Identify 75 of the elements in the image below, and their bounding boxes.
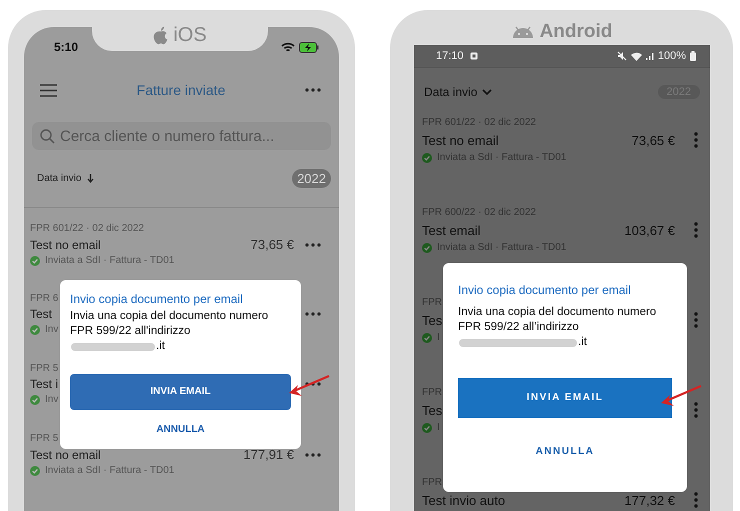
status-time: 5:10 — [54, 40, 78, 54]
send-email-button[interactable]: INVIA EMAIL — [70, 374, 291, 410]
invoice-meta: FPR 5 — [30, 433, 58, 444]
dialog-title: Invio copia documento per email — [70, 292, 244, 306]
check-icon — [30, 256, 40, 266]
more-icon[interactable] — [305, 242, 321, 246]
arrow-drawing — [660, 385, 702, 407]
invoice-amount: 73,65 € — [250, 237, 294, 252]
signal-icon — [646, 52, 654, 60]
customer-name: Test i — [30, 377, 58, 391]
more-icon[interactable] — [694, 402, 698, 418]
customer-name: Test no email — [30, 238, 101, 252]
invoice-amount: 73,65 € — [632, 132, 675, 148]
dialog-message: Invia una copia del documento numero FPR 599/22 all'indirizzo — [70, 309, 270, 339]
customer-name: Test invio auto — [422, 492, 506, 508]
send-email-button[interactable]: INVIA EMAIL — [458, 378, 672, 418]
more-icon[interactable] — [694, 222, 698, 238]
customer-name: Test no email — [30, 448, 101, 462]
customer-name: Test email — [422, 222, 481, 238]
status-time: 17:10 — [436, 50, 464, 62]
email-domain: .it — [578, 334, 587, 350]
invoice-status: Inv — [45, 324, 58, 335]
sort-label[interactable]: Data invio — [37, 172, 82, 184]
invoice-meta: FPR 5 — [30, 363, 58, 374]
search-icon — [40, 129, 55, 144]
invoice-status: Inviata a SdI · Fattura - TD01 — [45, 255, 174, 266]
check-icon — [422, 242, 432, 252]
cancel-button[interactable]: ANNULLA — [536, 446, 594, 457]
check-icon — [30, 324, 40, 334]
email-domain: .it — [156, 338, 165, 354]
more-icon[interactable] — [305, 452, 321, 456]
customer-name: Tes — [422, 402, 442, 418]
robot-icon — [512, 26, 534, 38]
invoice-meta: FPR 601/22 · 02 dic 2022 — [30, 223, 144, 234]
platform-label: Android — [540, 20, 612, 42]
year-badge: 2022 — [292, 168, 331, 188]
invoice-status: Inviata a SdI · Fattura - TD01 — [45, 465, 174, 476]
cancel-button[interactable]: ANNULLA — [156, 424, 205, 435]
invoice-amount: 177,91 € — [243, 447, 294, 462]
check-icon — [422, 332, 432, 342]
customer-name: Test no email — [422, 132, 499, 148]
customer-name: Tes — [422, 312, 442, 328]
invoice-amount: 103,67 € — [624, 222, 675, 238]
sort-label[interactable]: Data invio — [424, 85, 478, 99]
wifi-icon — [630, 52, 642, 60]
arrow-down-icon[interactable] — [87, 174, 94, 182]
more-icon[interactable] — [694, 312, 698, 328]
invoice-meta: FPR 6 — [30, 293, 58, 304]
chevron-icon[interactable] — [482, 88, 492, 96]
dialog-title: Invio copia documento per email — [458, 283, 632, 297]
battery-icon — [690, 51, 696, 61]
battery-icon — [299, 42, 319, 52]
more-icon[interactable] — [305, 382, 321, 386]
more-icon[interactable] — [694, 492, 698, 508]
customer-name: Test — [30, 307, 52, 321]
invoice-amount: 177,32 € — [624, 492, 675, 508]
more-icon[interactable] — [305, 88, 321, 92]
notification-icon — [470, 52, 478, 60]
screen-title: Fatture inviate — [136, 82, 226, 98]
more-icon[interactable] — [694, 132, 698, 148]
check-icon — [422, 422, 432, 432]
check-icon — [422, 152, 432, 162]
check-icon — [30, 394, 40, 404]
search-field[interactable]: Cerca cliente o numero fattura... — [32, 122, 331, 150]
check-icon — [30, 466, 40, 476]
dialog-message: Invia una copia del documento numero FPR 599/22 all’indirizzo — [458, 305, 658, 335]
arrow-drawing — [288, 375, 330, 397]
more-icon[interactable] — [305, 312, 321, 316]
platform-label: iOS — [173, 24, 207, 46]
menu-icon[interactable] — [40, 84, 57, 96]
wifi-icon — [281, 42, 295, 52]
invoice-status: Inv — [45, 394, 58, 405]
mute-icon — [616, 51, 627, 61]
apple-icon — [153, 26, 170, 44]
battery-percent: 100% — [658, 50, 686, 62]
